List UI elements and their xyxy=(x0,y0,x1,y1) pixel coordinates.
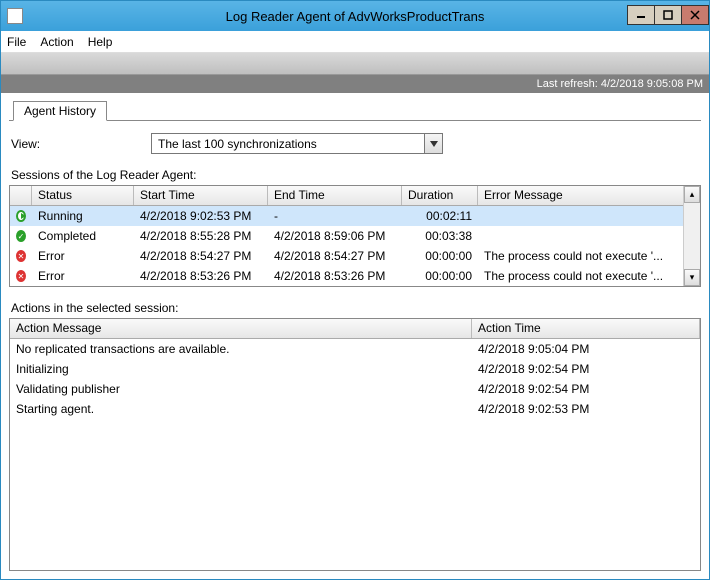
view-select-value: The last 100 synchronizations xyxy=(152,137,424,151)
cell-action-message: Initializing xyxy=(10,362,472,376)
menu-action[interactable]: Action xyxy=(40,35,73,49)
cell-action-message: Starting agent. xyxy=(10,402,472,416)
cell-end: 4/2/2018 8:59:06 PM xyxy=(268,229,402,243)
cell-duration: 00:03:38 xyxy=(402,229,478,243)
maximize-button[interactable] xyxy=(654,5,682,25)
cell-start: 4/2/2018 8:54:27 PM xyxy=(134,249,268,263)
titlebar[interactable]: Log Reader Agent of AdvWorksProductTrans xyxy=(1,1,709,31)
cell-error: The process could not execute '... xyxy=(478,249,683,263)
sessions-grid: Status Start Time End Time Duration Erro… xyxy=(9,185,701,287)
app-icon xyxy=(7,8,23,24)
tab-agent-history[interactable]: Agent History xyxy=(13,101,107,121)
cell-action-time: 4/2/2018 9:02:53 PM xyxy=(472,402,700,416)
col-action-message[interactable]: Action Message xyxy=(10,319,472,338)
cell-action-message: Validating publisher xyxy=(10,382,472,396)
col-action-time[interactable]: Action Time xyxy=(472,319,700,338)
error-icon: ✕ xyxy=(10,250,32,262)
toolbar xyxy=(1,53,709,75)
table-row[interactable]: No replicated transactions are available… xyxy=(10,339,700,359)
view-label: View: xyxy=(11,137,151,151)
menu-file[interactable]: File xyxy=(7,35,26,49)
col-error[interactable]: Error Message xyxy=(478,186,700,205)
table-row[interactable]: ✕Error4/2/2018 8:54:27 PM4/2/2018 8:54:2… xyxy=(10,246,683,266)
cell-status: Error xyxy=(32,249,134,263)
menubar: File Action Help xyxy=(1,31,709,53)
menu-help[interactable]: Help xyxy=(88,35,113,49)
scroll-down-icon[interactable]: ▾ xyxy=(684,269,700,286)
col-duration[interactable]: Duration xyxy=(402,186,478,205)
running-icon xyxy=(10,210,32,222)
tabstrip: Agent History xyxy=(9,99,701,121)
cell-start: 4/2/2018 9:02:53 PM xyxy=(134,209,268,223)
actions-header: Action Message Action Time xyxy=(10,319,700,339)
cell-status: Error xyxy=(32,269,134,283)
table-row[interactable]: Initializing4/2/2018 9:02:54 PM xyxy=(10,359,700,379)
cell-start: 4/2/2018 8:55:28 PM xyxy=(134,229,268,243)
view-select[interactable]: The last 100 synchronizations xyxy=(151,133,443,154)
cell-duration: 00:00:00 xyxy=(402,249,478,263)
col-status[interactable]: Status xyxy=(32,186,134,205)
sessions-header: Status Start Time End Time Duration Erro… xyxy=(10,186,700,206)
cell-end: 4/2/2018 8:53:26 PM xyxy=(268,269,402,283)
cell-action-time: 4/2/2018 9:02:54 PM xyxy=(472,382,700,396)
completed-icon: ✓ xyxy=(10,230,32,242)
col-end[interactable]: End Time xyxy=(268,186,402,205)
cell-status: Completed xyxy=(32,229,134,243)
cell-action-message: No replicated transactions are available… xyxy=(10,342,472,356)
cell-status: Running xyxy=(32,209,134,223)
sessions-scrollbar[interactable]: ▴ ▾ xyxy=(683,186,700,286)
actions-label: Actions in the selected session: xyxy=(11,301,699,315)
sessions-label: Sessions of the Log Reader Agent: xyxy=(11,168,699,182)
minimize-button[interactable] xyxy=(627,5,655,25)
refresh-bar: Last refresh: 4/2/2018 9:05:08 PM xyxy=(1,75,709,93)
chevron-down-icon[interactable] xyxy=(424,134,442,153)
scroll-up-icon[interactable]: ▴ xyxy=(684,186,700,203)
table-row[interactable]: Running4/2/2018 9:02:53 PM-00:02:11 xyxy=(10,206,683,226)
cell-start: 4/2/2018 8:53:26 PM xyxy=(134,269,268,283)
close-button[interactable] xyxy=(681,5,709,25)
cell-duration: 00:00:00 xyxy=(402,269,478,283)
cell-end: 4/2/2018 8:54:27 PM xyxy=(268,249,402,263)
window-title: Log Reader Agent of AdvWorksProductTrans xyxy=(1,9,709,24)
cell-action-time: 4/2/2018 9:02:54 PM xyxy=(472,362,700,376)
table-row[interactable]: Validating publisher4/2/2018 9:02:54 PM xyxy=(10,379,700,399)
cell-duration: 00:02:11 xyxy=(402,209,478,223)
client-area: Agent History View: The last 100 synchro… xyxy=(1,93,709,579)
cell-error: The process could not execute '... xyxy=(478,269,683,283)
col-icon[interactable] xyxy=(10,186,32,205)
table-row[interactable]: ✓Completed4/2/2018 8:55:28 PM4/2/2018 8:… xyxy=(10,226,683,246)
col-start[interactable]: Start Time xyxy=(134,186,268,205)
error-icon: ✕ xyxy=(10,270,32,282)
table-row[interactable]: ✕Error4/2/2018 8:53:26 PM4/2/2018 8:53:2… xyxy=(10,266,683,286)
cell-end: - xyxy=(268,209,402,223)
cell-action-time: 4/2/2018 9:05:04 PM xyxy=(472,342,700,356)
last-refresh-text: Last refresh: 4/2/2018 9:05:08 PM xyxy=(537,78,703,90)
actions-grid: Action Message Action Time No replicated… xyxy=(9,318,701,571)
window-frame: Log Reader Agent of AdvWorksProductTrans… xyxy=(0,0,710,580)
table-row[interactable]: Starting agent.4/2/2018 9:02:53 PM xyxy=(10,399,700,419)
